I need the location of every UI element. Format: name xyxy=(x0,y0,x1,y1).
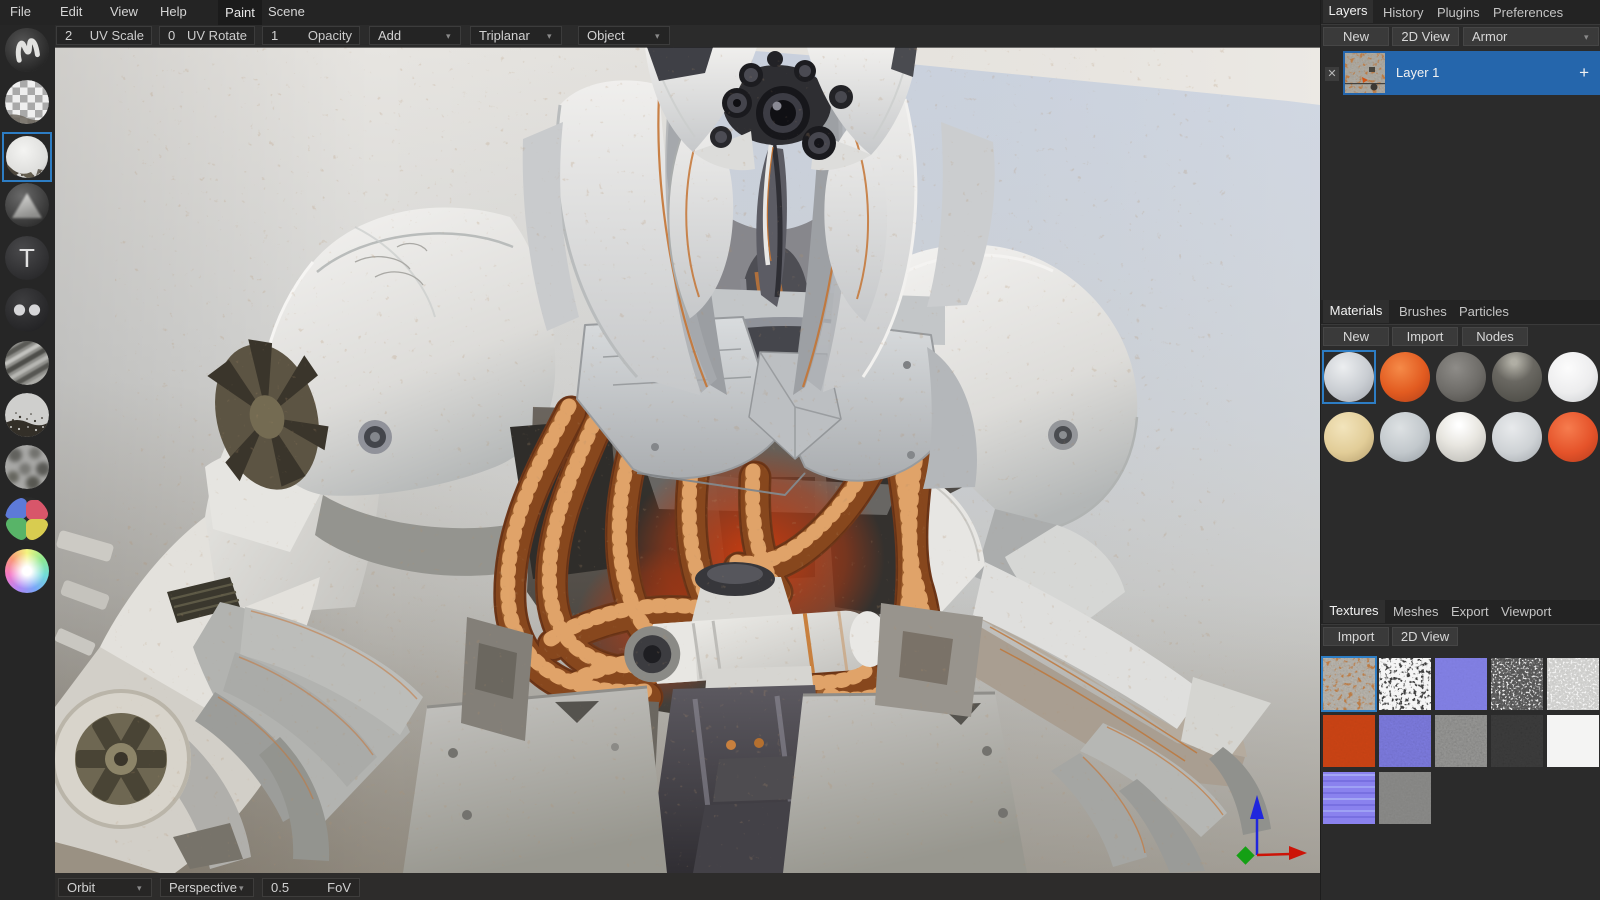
svg-text:T: T xyxy=(19,243,35,273)
